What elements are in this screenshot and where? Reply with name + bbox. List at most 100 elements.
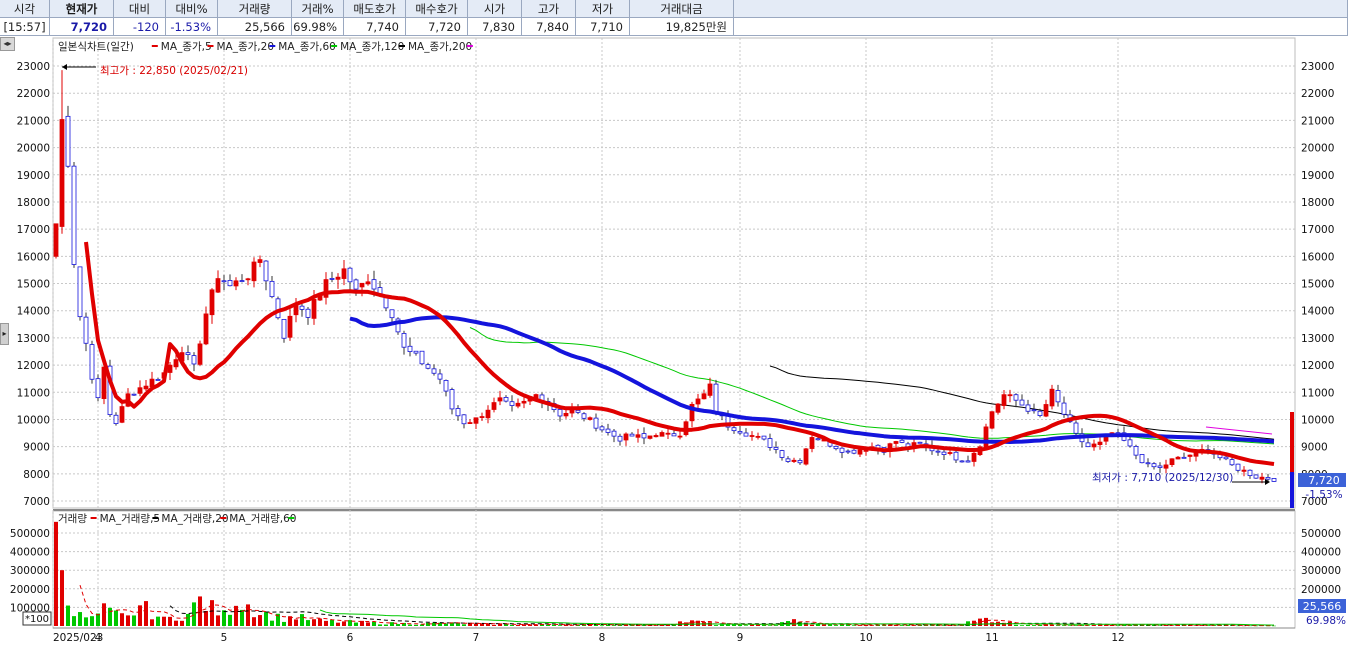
candle-body	[269, 280, 275, 298]
candle-body	[185, 352, 191, 356]
volume-tick-left: 300000	[10, 565, 50, 577]
volume-bar	[984, 617, 988, 626]
legend-item-label: MA_거래량,60	[229, 513, 296, 525]
volume-bar	[378, 624, 382, 626]
candle-body	[935, 450, 941, 453]
price-tick-left: 11000	[17, 387, 50, 399]
volume-bar	[258, 615, 262, 626]
candle-body	[1073, 422, 1079, 434]
price-tick-right: 17000	[1301, 224, 1334, 236]
candle-body	[671, 433, 677, 437]
price-tick-right: 9000	[1301, 442, 1328, 454]
legend-swatch	[220, 517, 227, 519]
candle-body	[1223, 456, 1229, 460]
candle-body	[1055, 390, 1061, 403]
volume-bar	[978, 618, 982, 626]
price-tick-left: 8000	[23, 469, 50, 481]
quote-value-5: 69.98%	[292, 18, 344, 36]
volume-bar	[102, 603, 106, 626]
volume-bar	[60, 570, 64, 626]
candle-body	[1181, 456, 1187, 459]
quote-value-3: -1.53%	[166, 18, 218, 36]
volume-bar	[120, 613, 124, 626]
candle-body	[1019, 399, 1025, 406]
candle-body	[587, 417, 593, 420]
legend-swatch	[151, 45, 158, 47]
candle-body	[221, 280, 227, 283]
volume-bar	[204, 610, 208, 626]
price-tick-left: 19000	[17, 170, 50, 182]
volume-bar	[228, 614, 232, 626]
quote-header-10: 저가	[576, 0, 630, 18]
legend-swatch	[269, 45, 276, 47]
candle-body	[233, 280, 239, 287]
candle-body	[1013, 394, 1019, 401]
quote-value-8: 7,830	[468, 18, 522, 36]
legend-item-label: MA_거래량,5	[100, 513, 161, 525]
volume-ratio-tag: 69.98%	[1306, 615, 1346, 627]
candle-body	[653, 435, 659, 438]
price-panel-bg	[52, 37, 1296, 509]
candle-body	[431, 368, 437, 374]
candle-body	[1097, 441, 1103, 445]
candle-body	[227, 280, 233, 287]
volume-bar	[222, 610, 226, 626]
candle-body	[473, 417, 479, 424]
quote-value-row: [15:57] 7,720 -120 -1.53% 25,566 69.98% 7,740 7…	[0, 18, 1348, 36]
volume-tag: 25,566	[1303, 600, 1342, 613]
candle-body	[251, 261, 257, 282]
quote-value-7: 7,720	[406, 18, 468, 36]
candle-body	[743, 432, 749, 437]
price-tick-right: 11000	[1301, 387, 1334, 399]
quote-table: 시각 현재가 대비 대비% 거래량 거래% 매도호가 매수호가 시가 고가 저가 거래대금 [15:5…	[0, 0, 1348, 36]
candle-body	[635, 434, 641, 438]
candle-body	[191, 355, 197, 365]
quote-value-9: 7,840	[522, 18, 576, 36]
candle-body	[203, 313, 209, 345]
candle-body	[815, 438, 821, 441]
x-tick-label: 10	[859, 632, 872, 644]
scroll-indicator-red	[1290, 412, 1294, 472]
volume-unit-label: *100	[25, 614, 49, 625]
quote-filler	[734, 0, 1348, 18]
volume-tick-right: 400000	[1301, 547, 1341, 559]
price-tick-right: 21000	[1301, 115, 1334, 127]
volume-bar	[1020, 625, 1024, 626]
legend-item-label: MA_종가,60	[278, 41, 336, 53]
quote-value-11: 19,825만원	[630, 18, 734, 36]
change-percent-tag: -1.53%	[1305, 489, 1342, 501]
x-tick-label: 7	[473, 632, 480, 644]
legend-item-label: MA_종가,200	[408, 41, 472, 53]
volume-tick-left: 500000	[10, 528, 50, 540]
candle-body	[443, 380, 449, 392]
quote-header-2: 대비	[114, 0, 166, 18]
legend-title: 거래량	[58, 513, 87, 525]
stock-chart[interactable]: 23000 23000 22000 22000 21000 21000 20000 20000…	[0, 36, 1348, 647]
candle-body	[167, 364, 173, 373]
candle-body	[1025, 404, 1031, 412]
volume-bar	[768, 625, 772, 626]
volume-tick-left: 200000	[10, 584, 50, 596]
candle-body	[497, 397, 503, 402]
volume-bar	[210, 600, 214, 626]
volume-bar	[312, 619, 316, 626]
candle-body	[1241, 469, 1247, 472]
volume-bar	[510, 624, 514, 626]
quote-header-5: 거래%	[292, 0, 344, 18]
volume-bar	[822, 624, 826, 626]
legend-item-label: MA_종가,20	[217, 41, 275, 53]
x-tick-label: 11	[985, 632, 998, 644]
volume-bar	[492, 624, 496, 626]
candle-body	[1037, 410, 1043, 417]
candle-body	[1175, 456, 1181, 460]
quote-value-1: 7,720	[50, 18, 114, 36]
volume-bar	[426, 622, 430, 626]
quote-header-4: 거래량	[218, 0, 292, 18]
candle-body	[971, 452, 977, 462]
volume-bar	[72, 616, 76, 626]
legend-item-label: MA_종가,120	[340, 41, 404, 53]
candle-body	[95, 378, 101, 399]
price-tick-right: 13000	[1301, 333, 1334, 345]
volume-bar	[78, 612, 82, 626]
price-tick-left: 22000	[17, 88, 50, 100]
